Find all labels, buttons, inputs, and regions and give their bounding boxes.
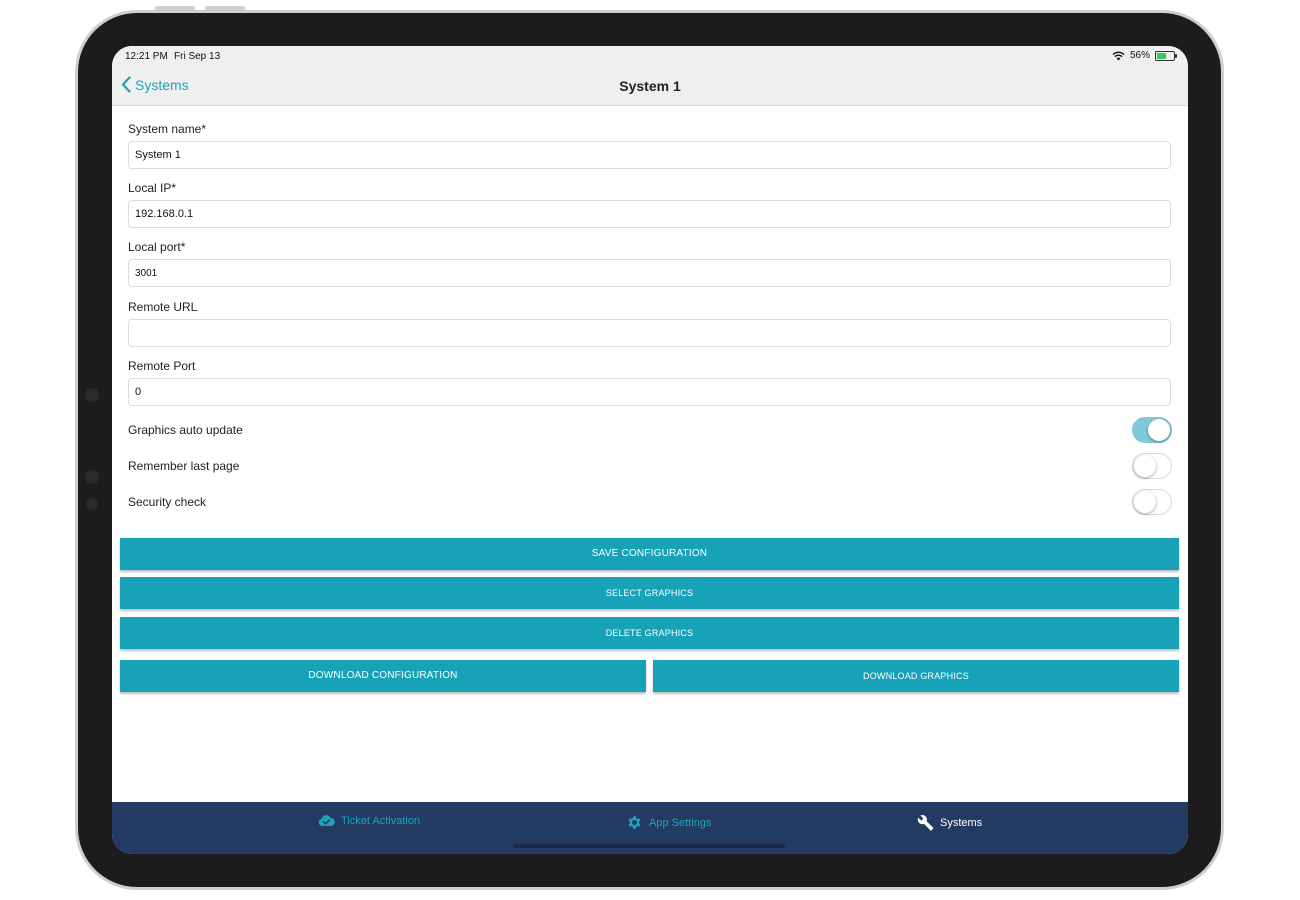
battery-level: [1157, 52, 1166, 59]
navigation-bar: Systems System 1: [112, 68, 1188, 106]
remote-port-label: Remote Port: [128, 359, 196, 373]
delete-graphics-button[interactable]: DELETE GRAPHICS: [120, 617, 1179, 649]
status-date: Fri Sep 13: [174, 51, 221, 62]
cloud-check-icon: [318, 815, 335, 826]
remote-port-field[interactable]: [128, 378, 1171, 406]
security-check-row: Security check: [128, 489, 1172, 515]
page-title: System 1: [619, 78, 681, 94]
tab-systems[interactable]: Systems: [917, 814, 982, 831]
top-button: [205, 6, 245, 11]
system-name-label: System name*: [128, 122, 207, 136]
home-indicator[interactable]: [513, 844, 785, 848]
select-graphics-button[interactable]: SELECT GRAPHICS: [120, 577, 1179, 609]
graphics-auto-update-toggle[interactable]: [1132, 417, 1172, 443]
gear-icon: [628, 816, 641, 829]
tab-bar: Ticket Activation App Settings Systems: [112, 802, 1188, 854]
tab-label: Ticket Activation: [341, 814, 421, 827]
battery-icon: [1155, 50, 1177, 61]
remote-url-label: Remote URL: [128, 300, 198, 314]
wrench-icon: [917, 814, 934, 831]
camera-dot: [85, 470, 99, 484]
local-port-field[interactable]: [128, 259, 1171, 287]
security-check-toggle[interactable]: [1132, 489, 1172, 515]
app-screen: 12:21 PM Fri Sep 13 56% Systems System 1…: [112, 46, 1188, 854]
graphics-auto-update-row: Graphics auto update: [128, 417, 1172, 443]
remember-last-page-row: Remember last page: [128, 453, 1172, 479]
remember-last-page-label: Remember last page: [128, 459, 240, 473]
download-configuration-button[interactable]: DOWNLOAD CONFIGURATION: [120, 660, 646, 692]
local-port-label: Local port*: [128, 240, 186, 254]
toggle-knob: [1134, 455, 1156, 477]
status-bar: 12:21 PM Fri Sep 13 56%: [112, 46, 1188, 68]
local-ip-label: Local IP*: [128, 181, 177, 195]
status-indicators: 56%: [1112, 50, 1177, 61]
download-graphics-button[interactable]: DOWNLOAD GRAPHICS: [653, 660, 1179, 692]
battery-percent: 56%: [1129, 50, 1150, 61]
tab-label: App Settings: [649, 816, 712, 829]
status-time: 12:21 PM: [125, 51, 168, 62]
tab-ticket-activation[interactable]: Ticket Activation: [318, 814, 420, 827]
local-ip-field[interactable]: [128, 200, 1171, 228]
tab-label: Systems: [940, 816, 983, 829]
top-button: [155, 6, 195, 11]
remote-url-field[interactable]: [128, 319, 1171, 347]
save-configuration-button[interactable]: SAVE CONFIGURATION: [120, 538, 1179, 570]
system-name-field[interactable]: [128, 141, 1171, 169]
wifi-icon: [1112, 51, 1125, 60]
toggle-knob: [1134, 491, 1156, 513]
graphics-auto-update-label: Graphics auto update: [128, 423, 243, 437]
toggle-knob: [1148, 419, 1170, 441]
camera-dot: [86, 498, 98, 510]
tab-app-settings[interactable]: App Settings: [626, 814, 711, 831]
camera-dot: [85, 388, 99, 402]
security-check-label: Security check: [128, 495, 207, 509]
remember-last-page-toggle[interactable]: [1132, 453, 1172, 479]
